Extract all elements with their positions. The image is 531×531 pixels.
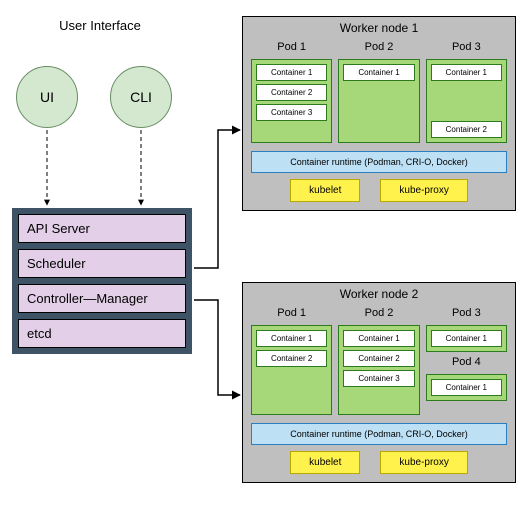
pod-box: Container 1 [338, 59, 419, 143]
container-box: Container 3 [343, 370, 414, 387]
pod-box: Container 1 Container 2 Container 3 [251, 59, 332, 143]
runtime-box: Container runtime (Podman, CRI-O, Docker… [251, 151, 507, 173]
pod-title: Pod 2 [338, 307, 419, 321]
pod-box: Container 1 Container 2 Container 3 [338, 325, 419, 415]
container-box: Container 2 [256, 350, 327, 367]
ui-circle: UI [16, 66, 78, 128]
pod-box: Container 1 [426, 374, 507, 401]
container-box: Container 1 [431, 330, 502, 347]
container-box: Container 1 [431, 64, 502, 81]
pod-box: Container 1 [426, 325, 507, 352]
container-box: Container 1 [343, 64, 414, 81]
worker-1-title: Worker node 1 [243, 21, 515, 35]
kube-proxy-box: kube-proxy [380, 179, 467, 202]
pod-box: Container 1 Container 2 [251, 325, 332, 415]
pod-title: Pod 2 [338, 41, 419, 55]
pod-title: Pod 3 [426, 41, 507, 55]
container-box: Container 3 [256, 104, 327, 121]
container-box: Container 1 [256, 64, 327, 81]
arrow-cp-to-worker2 [194, 300, 240, 395]
ui-label: UI [40, 89, 54, 105]
scheduler-box: Scheduler [18, 249, 186, 278]
api-server-box: API Server [18, 214, 186, 243]
pod-title: Pod 1 [251, 307, 332, 321]
pod-box: Container 1 Container 2 [426, 59, 507, 143]
cli-circle: CLI [110, 66, 172, 128]
etcd-box: etcd [18, 319, 186, 348]
pod-title: Pod 1 [251, 41, 332, 55]
worker-2-title: Worker node 2 [243, 287, 515, 301]
kubelet-box: kubelet [290, 451, 360, 474]
worker-node-1: Worker node 1 Pod 1 Container 1 Containe… [242, 16, 516, 211]
arrow-cp-to-worker1 [194, 130, 240, 268]
runtime-box: Container runtime (Podman, CRI-O, Docker… [251, 423, 507, 445]
controller-manager-box: Controller—Manager [18, 284, 186, 313]
container-box: Container 1 [343, 330, 414, 347]
container-box: Container 1 [431, 379, 502, 396]
worker-node-2: Worker node 2 Pod 1 Container 1 Containe… [242, 282, 516, 483]
cli-label: CLI [130, 89, 152, 105]
pod-title: Pod 4 [426, 356, 507, 370]
control-plane: API Server Scheduler Controller—Manager … [12, 208, 192, 354]
container-box: Container 2 [431, 121, 502, 138]
container-box: Container 2 [343, 350, 414, 367]
user-interface-title: User Interface [55, 18, 145, 34]
container-box: Container 2 [256, 84, 327, 101]
kubelet-box: kubelet [290, 179, 360, 202]
pod-title: Pod 3 [426, 307, 507, 321]
kube-proxy-box: kube-proxy [380, 451, 467, 474]
container-box: Container 1 [256, 330, 327, 347]
